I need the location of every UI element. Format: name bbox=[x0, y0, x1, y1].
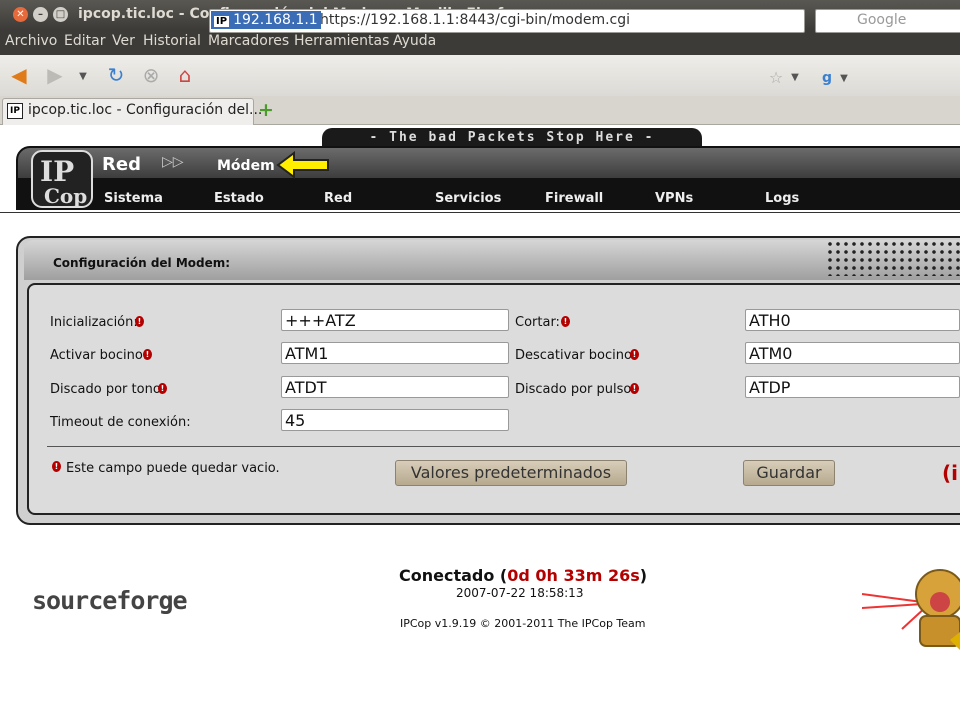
timeout-input[interactable]: 45 bbox=[281, 409, 509, 431]
cortar-input[interactable]: ATH0 bbox=[745, 309, 960, 331]
menu-editar[interactable]: Editar bbox=[64, 33, 105, 49]
reload-icon[interactable]: ↻ bbox=[103, 63, 129, 87]
tab-favicon-icon: IP bbox=[7, 103, 23, 119]
nav-sistema[interactable]: Sistema bbox=[104, 191, 163, 206]
help-info-icon[interactable]: (i bbox=[942, 461, 958, 485]
discado-tono-input[interactable]: ATDT bbox=[281, 376, 509, 398]
breadcrumb-arrows-icon: ▷▷ bbox=[162, 154, 184, 170]
bookmark-star-icon[interactable]: ☆ bbox=[767, 66, 785, 90]
sourceforge-logo[interactable]: sourceforge bbox=[32, 586, 188, 615]
menu-archivo[interactable]: Archivo bbox=[5, 33, 57, 49]
descativar-bocino-input[interactable]: ATM0 bbox=[745, 342, 960, 364]
stop-icon[interactable]: ⊗ bbox=[138, 63, 164, 87]
search-placeholder[interactable]: Google bbox=[857, 12, 906, 28]
url-text[interactable]: https://192.168.1.1:8443/cgi-bin/modem.c… bbox=[320, 12, 630, 28]
optional-info-icon: ! bbox=[52, 461, 61, 472]
optional-info-icon: ! bbox=[630, 349, 639, 360]
menu-ayuda[interactable]: Ayuda bbox=[393, 33, 436, 49]
site-identity-badge[interactable]: IP 192.168.1.1 bbox=[211, 11, 321, 29]
forward-icon[interactable]: ▶ bbox=[42, 63, 68, 87]
panel-title: Configuración del Modem: bbox=[53, 256, 231, 270]
search-engine-icon[interactable]: g bbox=[818, 66, 836, 90]
new-tab-icon[interactable]: + bbox=[258, 99, 274, 121]
copyright: IPCop v1.9.19 © 2001-2011 The IPCop Team bbox=[400, 617, 646, 630]
label-activar-bocino: Activar bocino: bbox=[50, 348, 148, 363]
decorative-dots bbox=[826, 240, 960, 276]
maximize-window-icon[interactable]: □ bbox=[53, 7, 68, 22]
header-divider bbox=[0, 212, 960, 213]
menu-herramientas[interactable]: Herramientas bbox=[294, 33, 389, 49]
ipcop-banner: - The bad Packets Stop Here - bbox=[322, 128, 702, 148]
arrow-left-icon bbox=[276, 151, 329, 179]
optional-note: Este campo puede quedar vacio. bbox=[66, 461, 280, 476]
inicializacion-input[interactable]: +++ATZ bbox=[281, 309, 509, 331]
ipcop-mascot-icon bbox=[862, 569, 960, 650]
nav-vpns[interactable]: VPNs bbox=[655, 191, 693, 206]
svg-text:Cop: Cop bbox=[44, 184, 87, 208]
connection-time: 0d 0h 33m 26s bbox=[507, 566, 640, 585]
section-title: Red bbox=[102, 154, 141, 175]
label-inicializacion: Inicialización: bbox=[50, 315, 138, 330]
label-cortar: Cortar: bbox=[515, 315, 560, 330]
page-title: Módem bbox=[217, 158, 275, 174]
search-engine-dropdown-icon[interactable]: ▼ bbox=[838, 67, 850, 91]
connection-status: Conectado (0d 0h 33m 26s) bbox=[399, 566, 648, 585]
ipcop-header bbox=[16, 146, 960, 182]
nav-servicios[interactable]: Servicios bbox=[435, 191, 501, 206]
menu-historial[interactable]: Historial bbox=[143, 33, 201, 49]
save-button[interactable]: Guardar bbox=[743, 460, 835, 486]
connection-label: Conectado bbox=[399, 566, 495, 585]
ipcop-logo-icon[interactable]: IP Cop bbox=[30, 149, 94, 209]
activar-bocino-input[interactable]: ATM1 bbox=[281, 342, 509, 364]
defaults-button[interactable]: Valores predeterminados bbox=[395, 460, 627, 486]
menu-marcadores[interactable]: Marcadores bbox=[208, 33, 289, 49]
label-discado-tono: Discado por tono: bbox=[50, 382, 166, 397]
label-timeout: Timeout de conexión: bbox=[50, 415, 191, 430]
optional-info-icon: ! bbox=[630, 383, 639, 394]
current-datetime: 2007-07-22 18:58:13 bbox=[456, 586, 584, 600]
close-window-icon[interactable]: ✕ bbox=[13, 7, 28, 22]
menu-ver[interactable]: Ver bbox=[112, 33, 135, 49]
optional-info-icon: ! bbox=[158, 383, 167, 394]
label-discado-pulso: Discado por pulso: bbox=[515, 382, 636, 397]
tab-title[interactable]: ipcop.tic.loc - Configuración del... bbox=[28, 102, 262, 118]
nav-red[interactable]: Red bbox=[324, 191, 352, 206]
optional-info-icon: ! bbox=[143, 349, 152, 360]
nav-logs[interactable]: Logs bbox=[765, 191, 799, 206]
nav-estado[interactable]: Estado bbox=[214, 191, 264, 206]
minimize-window-icon[interactable]: – bbox=[33, 7, 48, 22]
history-dropdown-icon[interactable]: ▼ bbox=[76, 65, 90, 89]
url-dropdown-icon[interactable]: ▼ bbox=[789, 66, 801, 90]
label-descativar-bocino: Descativar bocino: bbox=[515, 348, 637, 363]
optional-info-icon: ! bbox=[135, 316, 144, 327]
optional-info-icon: ! bbox=[561, 316, 570, 327]
panel-divider bbox=[47, 446, 960, 447]
home-icon[interactable]: ⌂ bbox=[172, 63, 198, 87]
back-icon[interactable]: ◀ bbox=[6, 63, 32, 87]
discado-pulso-input[interactable]: ATDP bbox=[745, 376, 960, 398]
site-favicon-icon: IP bbox=[214, 16, 230, 27]
nav-firewall[interactable]: Firewall bbox=[545, 191, 603, 206]
site-identity-text: 192.168.1.1 bbox=[233, 12, 318, 28]
